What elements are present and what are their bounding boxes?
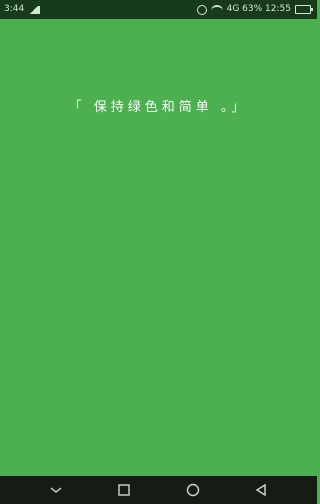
circle-icon xyxy=(186,483,199,497)
back-button[interactable] xyxy=(249,480,273,500)
status-right: 4G 63% 12:55 xyxy=(196,0,313,19)
back-collapse-button[interactable] xyxy=(44,480,68,500)
status-bar: 3:44 4G 63% 12:55 xyxy=(0,0,317,19)
square-icon xyxy=(118,484,131,496)
wifi-icon xyxy=(210,4,223,15)
recents-button[interactable] xyxy=(112,480,136,500)
triangle-left-icon xyxy=(255,483,266,497)
status-info: 4G 63% 12:55 xyxy=(226,4,291,14)
battery-icon xyxy=(295,5,313,14)
status-time: 3:44 xyxy=(4,4,25,14)
navigation-bar xyxy=(0,476,317,504)
status-left: 3:44 xyxy=(4,0,41,19)
alarm-icon xyxy=(196,4,207,15)
quote-text: 「 保持绿色和简单 。」 xyxy=(68,100,249,115)
signal-icon xyxy=(28,5,41,14)
home-button[interactable] xyxy=(181,480,205,500)
chevron-down-icon xyxy=(50,487,62,493)
